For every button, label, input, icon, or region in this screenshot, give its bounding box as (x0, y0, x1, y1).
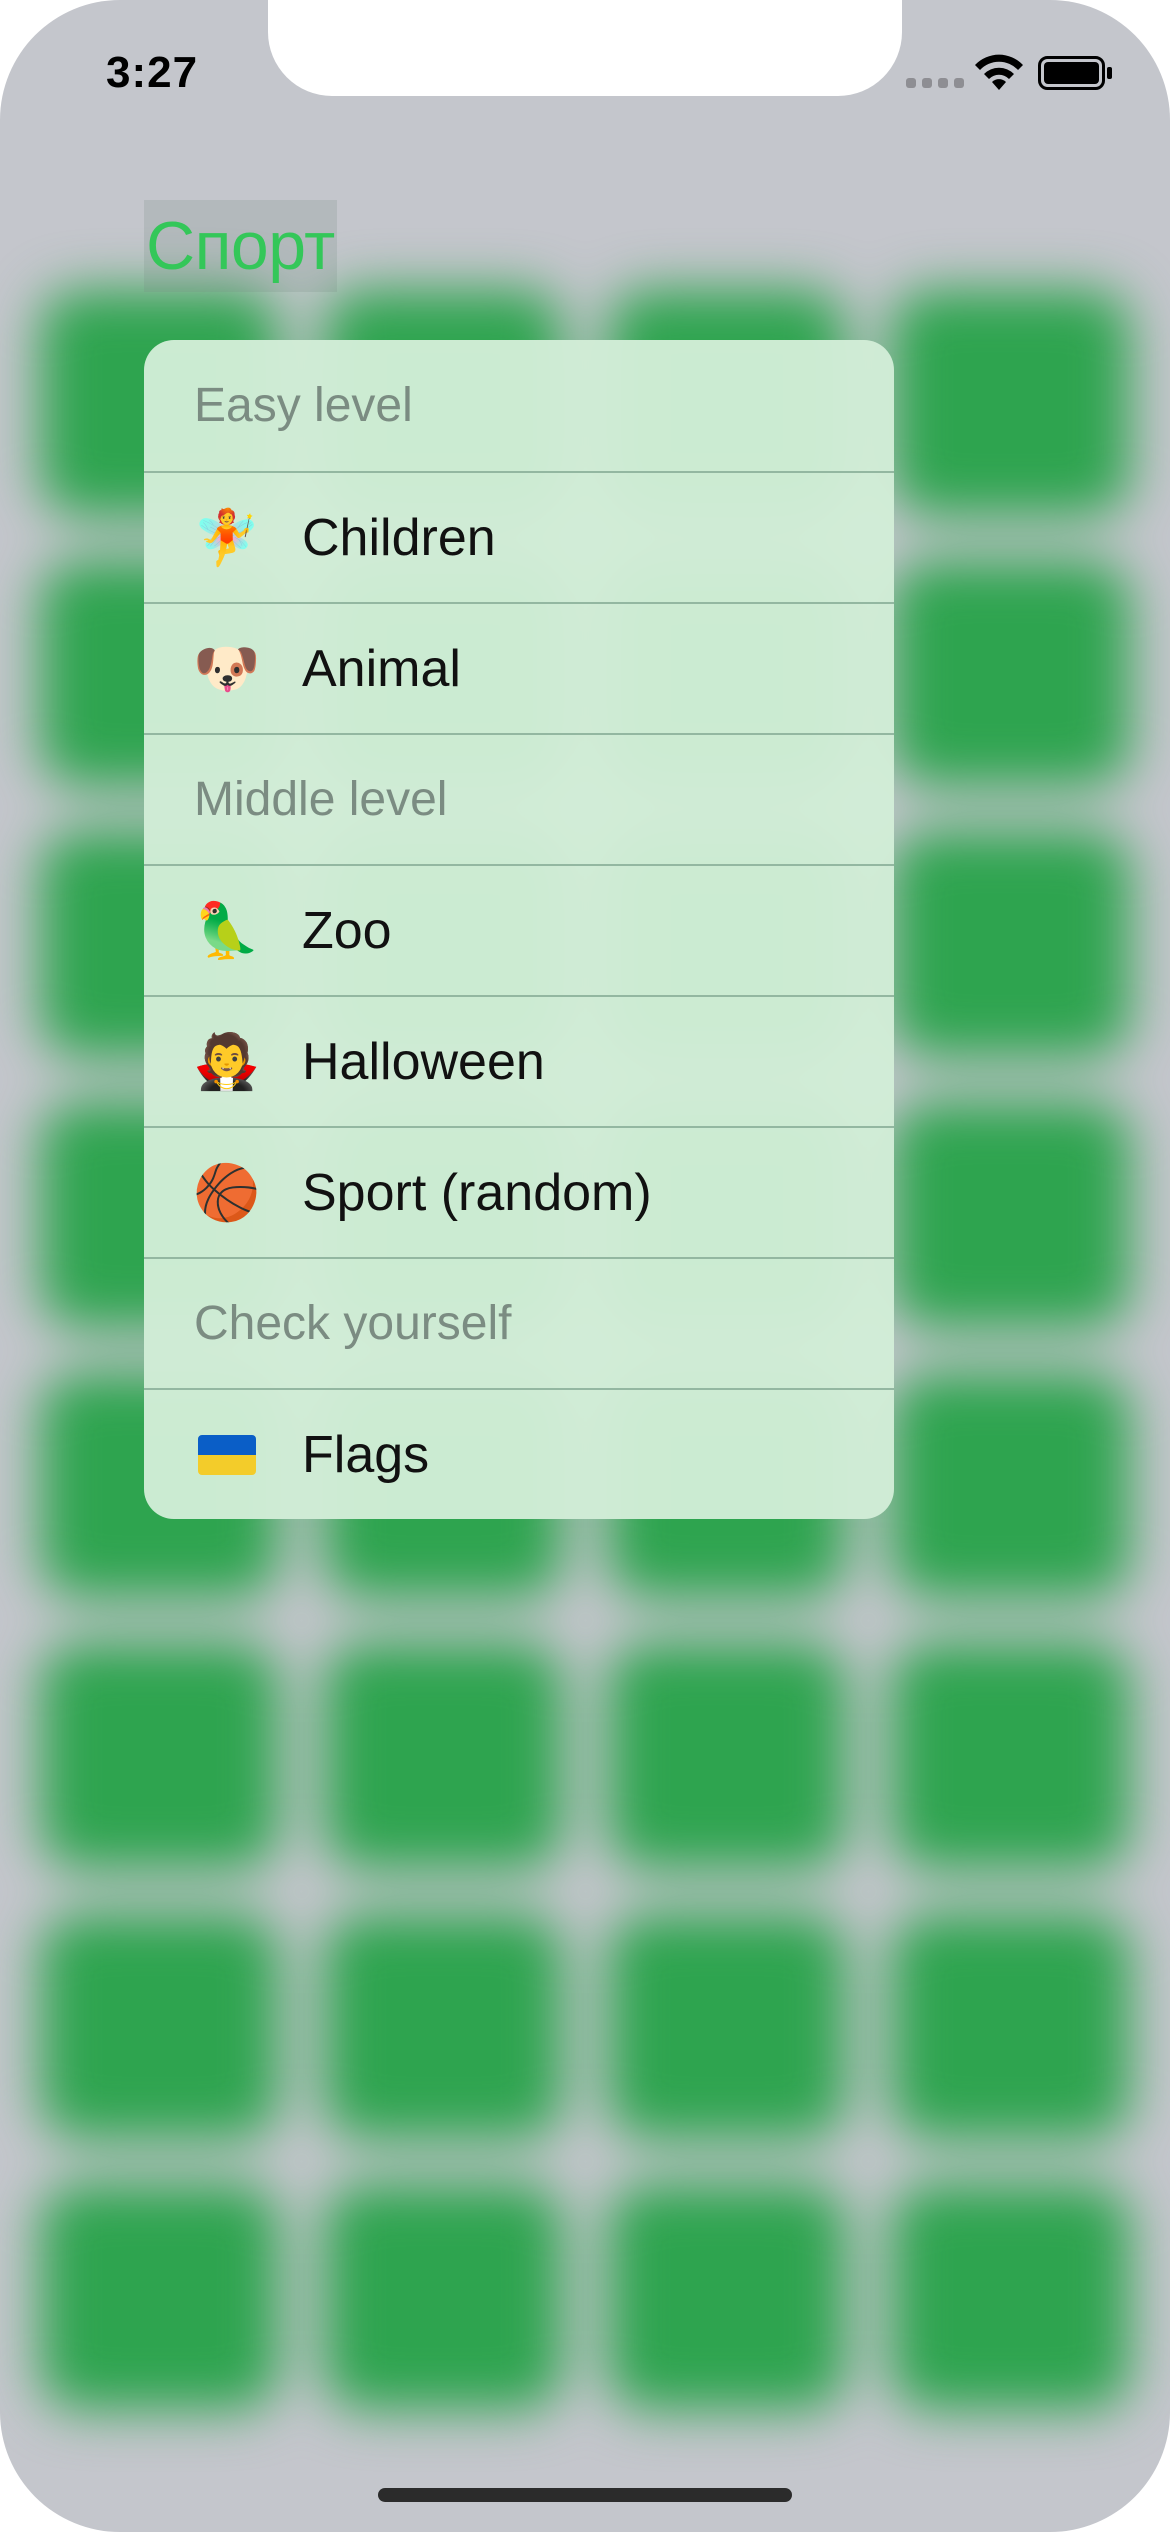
background-tile (323, 1913, 563, 2140)
background-tile (607, 1913, 847, 2140)
menu-item-label: Animal (302, 639, 461, 698)
menu-item-halloween[interactable]: 🧛 Halloween (144, 995, 894, 1126)
section-header-easy-level: Easy level (194, 379, 413, 432)
background-tile (891, 1101, 1130, 1328)
home-indicator[interactable] (378, 2488, 792, 2502)
background-tile (891, 1643, 1130, 1869)
fairy-icon: 🧚 (193, 505, 261, 569)
menu-item-label: Sport (random) (302, 1163, 652, 1222)
menu-item-sport-random[interactable]: 🏀 Sport (random) (144, 1126, 894, 1257)
vampire-icon: 🧛 (193, 1029, 261, 1093)
menu-item-label: Zoo (302, 901, 392, 960)
background-tile (607, 1643, 847, 1869)
background-tile (323, 2184, 563, 2410)
background-tile (40, 2184, 279, 2410)
background-tile (40, 1913, 279, 2140)
menu-item-label: Children (302, 508, 496, 567)
menu-item-zoo[interactable]: 🦜 Zoo (144, 864, 894, 995)
background-tile (891, 831, 1130, 1057)
menu-item-children[interactable]: 🧚 Children (144, 471, 894, 602)
background-tile (40, 1643, 279, 1869)
background-tile (891, 290, 1130, 516)
background-tile (891, 1372, 1130, 1599)
device-notch (268, 0, 902, 96)
ukraine-flag-icon (192, 1434, 262, 1475)
basketball-icon: 🏀 (193, 1160, 261, 1224)
background-tile (891, 2184, 1130, 2410)
category-menu: Easy level 🧚 Children 🐶 Animal Middle le… (144, 340, 894, 1519)
wifi-icon (975, 54, 1023, 90)
dog-icon: 🐶 (193, 636, 261, 700)
menu-item-animal[interactable]: 🐶 Animal (144, 602, 894, 733)
background-tile (323, 1643, 563, 1869)
background-tile (891, 560, 1130, 787)
menu-item-label: Halloween (302, 1032, 545, 1091)
parrot-icon: 🦜 (193, 898, 261, 962)
battery-full-icon (1038, 56, 1112, 90)
status-bar-time: 3:27 (106, 48, 199, 97)
background-tile (891, 1913, 1130, 2140)
section-header-check-yourself: Check yourself (144, 1257, 894, 1388)
page-title[interactable]: Спорт (144, 200, 337, 292)
background-tile (607, 2184, 847, 2410)
cellular-signal-icon (906, 78, 964, 88)
phone-screen: 3:27 Спорт Easy level 🧚 Children 🐶 Anima… (0, 0, 1170, 2532)
section-header-middle-level: Middle level (144, 733, 894, 864)
menu-item-label: Flags (302, 1425, 430, 1484)
menu-item-flags[interactable]: Flags (144, 1388, 894, 1519)
